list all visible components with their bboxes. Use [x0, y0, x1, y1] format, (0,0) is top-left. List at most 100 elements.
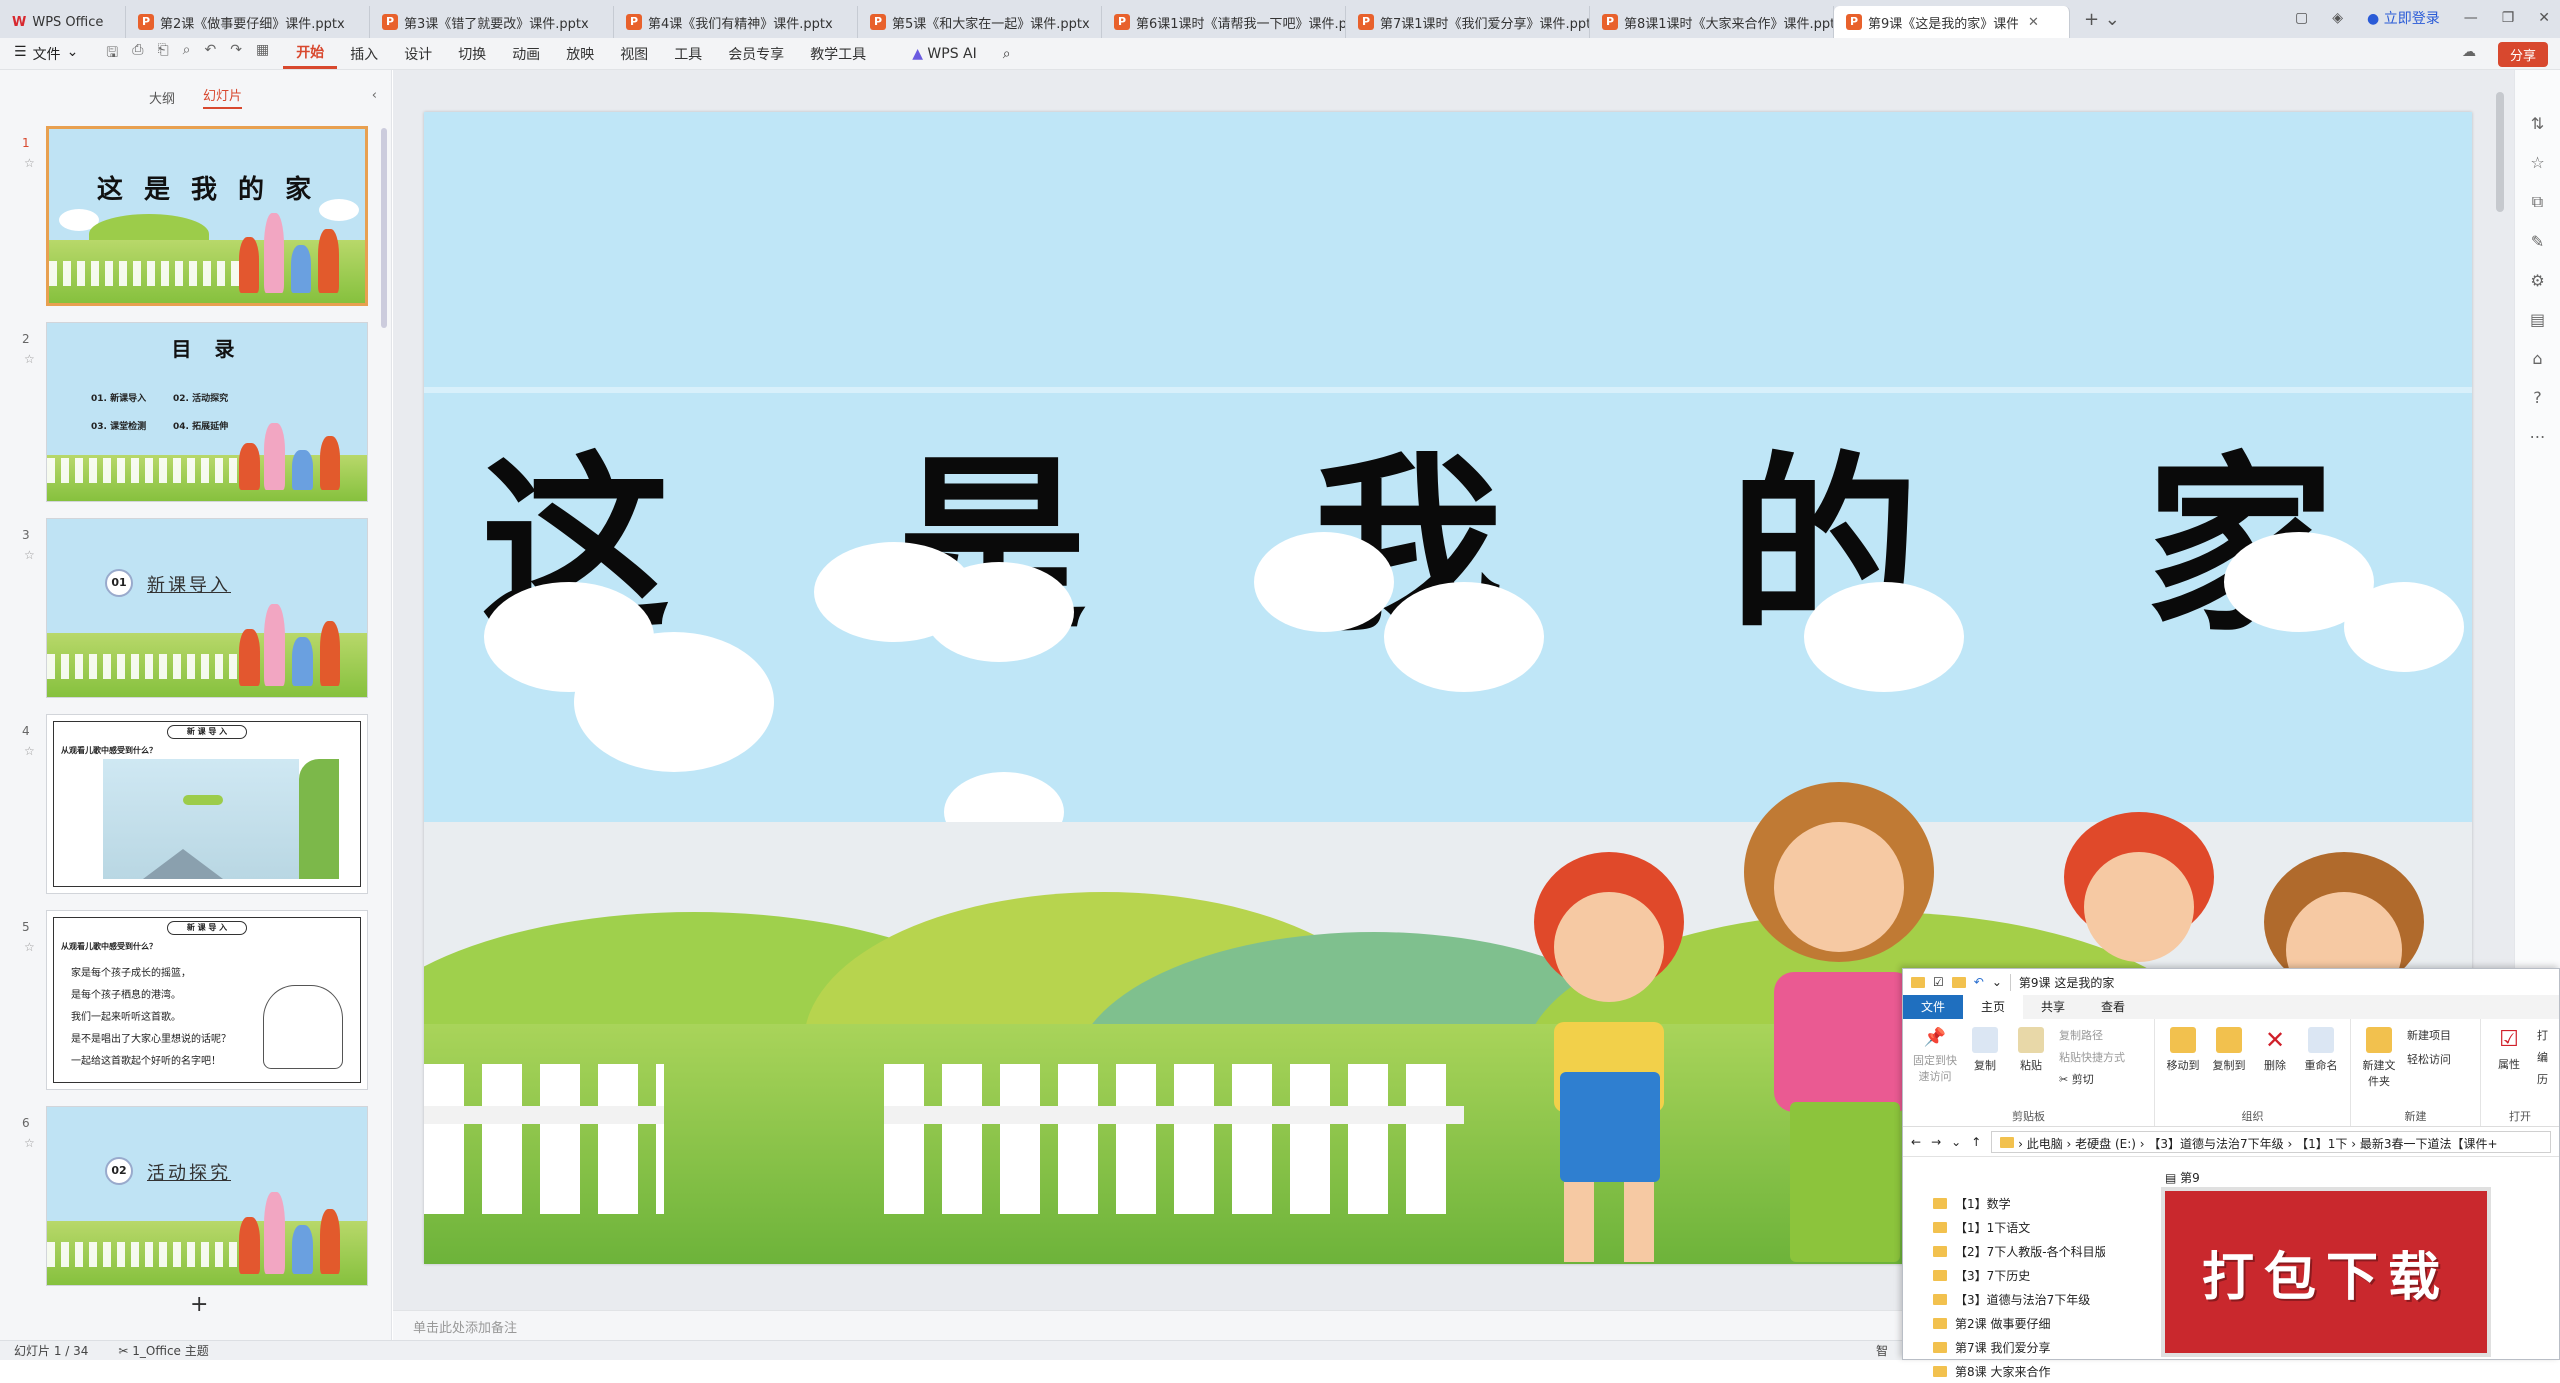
tree-item[interactable]: 【1】数学	[1903, 1191, 2123, 1215]
path-segment[interactable]: 老硬盘 (E:)	[2075, 1137, 2136, 1151]
star-icon[interactable]: ☆	[24, 352, 35, 366]
save-icon[interactable]: 🖫	[106, 42, 118, 66]
tree-item[interactable]: 【1】1下语文	[1903, 1215, 2123, 1239]
history-button[interactable]: 历	[2537, 1071, 2548, 1087]
rename-button[interactable]: 重命名	[2303, 1027, 2339, 1118]
login-button[interactable]: ● 立即登录	[2367, 8, 2440, 28]
tab-doc-9[interactable]: P 第9课《这是我的家》课件.pptx ✕	[1834, 6, 2070, 38]
cut-button[interactable]: ✂ 剪切	[2059, 1071, 2125, 1087]
undo-icon[interactable]: ↶	[1974, 975, 1984, 989]
tree-item[interactable]: 第7课 我们爱分享	[1903, 1335, 2123, 1359]
menu-member[interactable]: 会员专享	[715, 44, 797, 64]
tab-doc-7[interactable]: P 第7课1课时《我们爱分享》课件.pptx	[1346, 6, 1590, 38]
path-segment[interactable]: 此电脑	[2027, 1137, 2063, 1151]
tab-slides[interactable]: 幻灯片	[203, 85, 243, 109]
tab-doc-2[interactable]: P 第2课《做事要仔细》课件.pptx	[126, 6, 370, 38]
tab-wps-home[interactable]: W WPS Office	[0, 6, 126, 38]
menu-home[interactable]: 开始	[283, 42, 338, 69]
star-icon[interactable]: ☆	[2530, 153, 2544, 172]
help-icon[interactable]: ?	[2533, 388, 2542, 407]
collapse-icon[interactable]: ‹	[372, 88, 377, 103]
star-icon[interactable]: ☆	[24, 744, 35, 758]
tree-item[interactable]: 【3】7下历史	[1903, 1263, 2123, 1287]
move-to-button[interactable]: 移动到	[2165, 1027, 2201, 1118]
panel-scrollbar[interactable]	[381, 128, 387, 328]
preview-icon[interactable]: ⌕	[183, 42, 191, 66]
copy-path-button[interactable]: 复制路径	[2059, 1027, 2125, 1043]
tab-doc-6[interactable]: P 第6课1课时《请帮我一下吧》课件.pptx	[1102, 6, 1346, 38]
explorer-tab-view[interactable]: 查看	[2083, 995, 2143, 1019]
paste-shortcut-button[interactable]: 粘贴快捷方式	[2059, 1049, 2125, 1065]
check-icon[interactable]: ☑	[1933, 975, 1944, 989]
tag-icon[interactable]: ⌂	[2532, 349, 2542, 368]
menu-slideshow[interactable]: 放映	[553, 44, 607, 64]
up-icon[interactable]: ↑	[1971, 1135, 1981, 1149]
sliders-icon[interactable]: ⚙	[2530, 271, 2544, 290]
chevron-down-icon[interactable]: ⌄	[1992, 975, 2002, 989]
star-icon[interactable]: ☆	[24, 940, 35, 954]
menu-insert[interactable]: 插入	[337, 44, 391, 64]
adjust-icon[interactable]: ⇅	[2531, 114, 2544, 133]
tree-item[interactable]: 第8课 大家来合作	[1903, 1359, 2123, 1383]
star-icon[interactable]: ☆	[24, 548, 35, 562]
tree-item[interactable]: 第2课 做事要仔细	[1903, 1311, 2123, 1335]
format-painter-icon[interactable]: ▦	[256, 42, 269, 66]
explorer-tab-file[interactable]: 文件	[1903, 995, 1964, 1019]
redo-icon[interactable]: ↷	[230, 42, 242, 66]
cloud-icon[interactable]: ☁	[2462, 44, 2476, 60]
menu-animation[interactable]: 动画	[499, 44, 553, 64]
address-path[interactable]: › 此电脑 › 老硬盘 (E:) › 【3】道德与法治7下年级 › 【1】1下 …	[1991, 1130, 2551, 1153]
minimize-button[interactable]: —	[2464, 10, 2478, 26]
theme-indicator[interactable]: ✂ 1_Office 主题	[118, 1342, 208, 1359]
open-button[interactable]: 打	[2537, 1027, 2548, 1043]
properties-button[interactable]: ☑ 属性	[2491, 1027, 2527, 1118]
explorer-tab-home[interactable]: 主页	[1963, 995, 2024, 1019]
skin-icon[interactable]: ◈	[2332, 10, 2343, 26]
slide-thumbnail-1[interactable]: 这 是 我 的 家	[46, 126, 368, 306]
brush-icon[interactable]: ✎	[2531, 232, 2544, 251]
video-frame[interactable]	[103, 759, 299, 879]
layout-icon[interactable]: ▢	[2295, 10, 2308, 26]
copy-button[interactable]: 复制	[1967, 1027, 2003, 1118]
new-item-button[interactable]: 新建项目	[2407, 1027, 2451, 1043]
new-folder-button[interactable]: 新建文件夹	[2361, 1027, 2397, 1118]
tab-doc-8[interactable]: P 第8课1课时《大家来合作》课件.pptx	[1590, 6, 1834, 38]
edit-button[interactable]: 编	[2537, 1049, 2548, 1065]
menu-tools[interactable]: 工具	[661, 44, 715, 64]
star-icon[interactable]: ☆	[24, 156, 35, 170]
easy-access-button[interactable]: 轻松访问	[2407, 1051, 2451, 1067]
slide-thumbnail-4[interactable]: 新 课 导 入 从观看儿歌中感受到什么？	[46, 714, 368, 894]
pin-button[interactable]: 📌 固定到快速访问	[1913, 1027, 1957, 1118]
explorer-tab-share[interactable]: 共享	[2023, 995, 2083, 1019]
path-segment[interactable]: 【3】道德与法治7下年级	[2148, 1137, 2283, 1151]
search-icon[interactable]: ⌕	[990, 46, 1024, 62]
menu-view[interactable]: 视图	[607, 44, 661, 64]
slide-thumbnail-6[interactable]: 02 活动探究	[46, 1106, 368, 1286]
add-slide-button[interactable]: +	[190, 1292, 208, 1317]
star-icon[interactable]: ☆	[24, 1136, 35, 1150]
status-right[interactable]: 智	[1876, 1342, 1888, 1359]
tab-doc-5[interactable]: P 第5课《和大家在一起》课件.pptx	[858, 6, 1102, 38]
copy-to-button[interactable]: 复制到	[2211, 1027, 2247, 1118]
paste-button[interactable]: 粘贴	[2013, 1027, 2049, 1118]
menu-transition[interactable]: 切换	[445, 44, 499, 64]
file-menu[interactable]: ☰ 文件 ⌄	[0, 44, 92, 64]
delete-button[interactable]: ✕ 删除	[2257, 1027, 2293, 1118]
copy-icon[interactable]: ⧉	[2532, 192, 2543, 212]
slide-thumbnail-3[interactable]: 01 新课导入	[46, 518, 368, 698]
share-button[interactable]: 分享	[2497, 42, 2548, 67]
export-icon[interactable]: ⎙	[132, 42, 143, 66]
close-window-button[interactable]: ✕	[2538, 10, 2550, 26]
restore-button[interactable]: ❐	[2502, 10, 2515, 26]
canvas-scrollbar[interactable]	[2496, 92, 2504, 212]
tab-doc-4[interactable]: P 第4课《我们有精神》课件.pptx	[614, 6, 858, 38]
tab-outline[interactable]: 大纲	[149, 88, 175, 107]
more-icon[interactable]: ⋯	[2530, 427, 2546, 446]
new-tab-button[interactable]: + ⌄	[2084, 9, 2120, 30]
menu-teaching-tools[interactable]: 教学工具	[797, 44, 879, 64]
close-icon[interactable]: ✕	[2028, 15, 2039, 30]
back-icon[interactable]: ←	[1911, 1135, 1921, 1149]
menu-wps-ai[interactable]: ▲ WPS AI	[899, 46, 990, 62]
print-icon[interactable]: ⎗	[157, 42, 168, 66]
slide-thumbnail-5[interactable]: 新 课 导 入 从观看儿歌中感受到什么？ 家是每个孩子成长的摇篮， 是每个孩子栖…	[46, 910, 368, 1090]
